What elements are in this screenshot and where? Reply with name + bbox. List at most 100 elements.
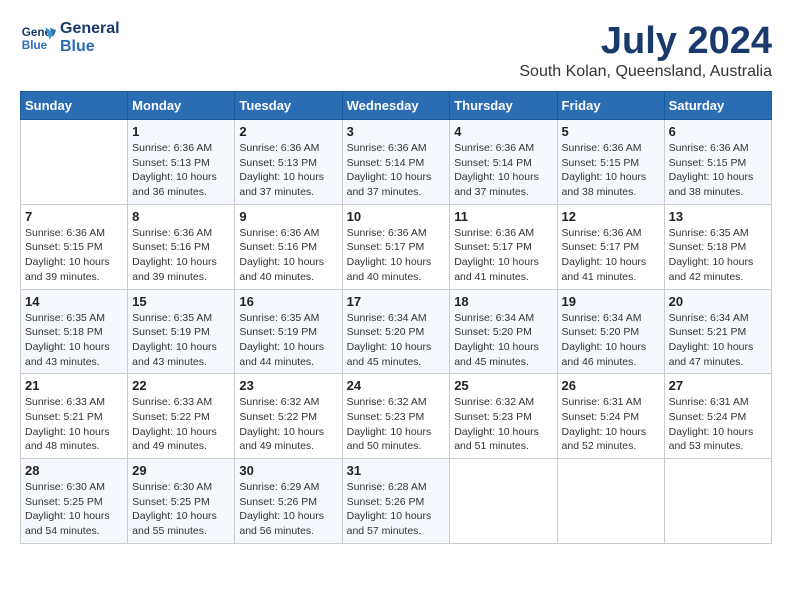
sunrise: Sunrise: 6:34 AM: [454, 312, 534, 324]
sunrise: Sunrise: 6:36 AM: [562, 227, 642, 239]
day-info: Sunrise: 6:34 AM Sunset: 5:21 PM Dayligh…: [669, 311, 767, 370]
logo-icon: General Blue: [20, 20, 56, 56]
sunset: Sunset: 5:26 PM: [347, 496, 425, 508]
sunset: Sunset: 5:21 PM: [669, 326, 747, 338]
daylight: Daylight: 10 hours and 36 minutes.: [132, 171, 217, 198]
calendar-table: SundayMondayTuesdayWednesdayThursdayFrid…: [20, 91, 772, 544]
day-info: Sunrise: 6:36 AM Sunset: 5:16 PM Dayligh…: [132, 226, 230, 285]
day-info: Sunrise: 6:33 AM Sunset: 5:22 PM Dayligh…: [132, 395, 230, 454]
sunrise: Sunrise: 6:32 AM: [454, 396, 534, 408]
daylight: Daylight: 10 hours and 38 minutes.: [562, 171, 647, 198]
calendar-cell: 23 Sunrise: 6:32 AM Sunset: 5:22 PM Dayl…: [235, 374, 342, 459]
daylight: Daylight: 10 hours and 48 minutes.: [25, 426, 110, 453]
calendar-cell: 10 Sunrise: 6:36 AM Sunset: 5:17 PM Dayl…: [342, 204, 450, 289]
day-info: Sunrise: 6:34 AM Sunset: 5:20 PM Dayligh…: [454, 311, 552, 370]
sunrise: Sunrise: 6:36 AM: [132, 227, 212, 239]
day-number: 16: [239, 294, 337, 309]
calendar-cell: 7 Sunrise: 6:36 AM Sunset: 5:15 PM Dayli…: [21, 204, 128, 289]
sunrise: Sunrise: 6:32 AM: [347, 396, 427, 408]
calendar-cell: 11 Sunrise: 6:36 AM Sunset: 5:17 PM Dayl…: [450, 204, 557, 289]
sunrise: Sunrise: 6:36 AM: [562, 142, 642, 154]
day-number: 23: [239, 378, 337, 393]
day-info: Sunrise: 6:35 AM Sunset: 5:18 PM Dayligh…: [669, 226, 767, 285]
sunset: Sunset: 5:16 PM: [239, 241, 317, 253]
calendar-cell: 28 Sunrise: 6:30 AM Sunset: 5:25 PM Dayl…: [21, 459, 128, 544]
logo-blue: Blue: [60, 38, 120, 56]
daylight: Daylight: 10 hours and 57 minutes.: [347, 510, 432, 537]
sunset: Sunset: 5:14 PM: [347, 157, 425, 169]
calendar-cell: 8 Sunrise: 6:36 AM Sunset: 5:16 PM Dayli…: [128, 204, 235, 289]
day-number: 12: [562, 209, 660, 224]
sunset: Sunset: 5:26 PM: [239, 496, 317, 508]
sunset: Sunset: 5:16 PM: [132, 241, 210, 253]
calendar-cell: 31 Sunrise: 6:28 AM Sunset: 5:26 PM Dayl…: [342, 459, 450, 544]
calendar-cell: 2 Sunrise: 6:36 AM Sunset: 5:13 PM Dayli…: [235, 120, 342, 205]
day-info: Sunrise: 6:36 AM Sunset: 5:17 PM Dayligh…: [347, 226, 446, 285]
sunrise: Sunrise: 6:36 AM: [454, 142, 534, 154]
sunset: Sunset: 5:25 PM: [132, 496, 210, 508]
weekday-header-saturday: Saturday: [664, 92, 771, 120]
sunrise: Sunrise: 6:34 AM: [669, 312, 749, 324]
calendar-cell: 15 Sunrise: 6:35 AM Sunset: 5:19 PM Dayl…: [128, 289, 235, 374]
calendar-cell: 13 Sunrise: 6:35 AM Sunset: 5:18 PM Dayl…: [664, 204, 771, 289]
day-number: 20: [669, 294, 767, 309]
daylight: Daylight: 10 hours and 44 minutes.: [239, 341, 324, 368]
sunrise: Sunrise: 6:36 AM: [239, 227, 319, 239]
sunrise: Sunrise: 6:35 AM: [669, 227, 749, 239]
calendar-cell: [21, 120, 128, 205]
calendar-cell: 30 Sunrise: 6:29 AM Sunset: 5:26 PM Dayl…: [235, 459, 342, 544]
sunrise: Sunrise: 6:36 AM: [669, 142, 749, 154]
day-info: Sunrise: 6:36 AM Sunset: 5:14 PM Dayligh…: [347, 141, 446, 200]
daylight: Daylight: 10 hours and 51 minutes.: [454, 426, 539, 453]
calendar-cell: 14 Sunrise: 6:35 AM Sunset: 5:18 PM Dayl…: [21, 289, 128, 374]
day-info: Sunrise: 6:36 AM Sunset: 5:13 PM Dayligh…: [239, 141, 337, 200]
daylight: Daylight: 10 hours and 45 minutes.: [454, 341, 539, 368]
logo: General Blue General Blue: [20, 20, 120, 56]
day-number: 29: [132, 463, 230, 478]
page-header: General Blue General Blue July 2024 Sout…: [20, 20, 772, 81]
sunset: Sunset: 5:20 PM: [454, 326, 532, 338]
sunset: Sunset: 5:24 PM: [669, 411, 747, 423]
sunset: Sunset: 5:22 PM: [132, 411, 210, 423]
sunrise: Sunrise: 6:36 AM: [132, 142, 212, 154]
sunset: Sunset: 5:19 PM: [132, 326, 210, 338]
day-number: 18: [454, 294, 552, 309]
sunset: Sunset: 5:23 PM: [347, 411, 425, 423]
day-info: Sunrise: 6:35 AM Sunset: 5:19 PM Dayligh…: [132, 311, 230, 370]
calendar-cell: 1 Sunrise: 6:36 AM Sunset: 5:13 PM Dayli…: [128, 120, 235, 205]
sunset: Sunset: 5:15 PM: [25, 241, 103, 253]
day-number: 6: [669, 124, 767, 139]
calendar-cell: 3 Sunrise: 6:36 AM Sunset: 5:14 PM Dayli…: [342, 120, 450, 205]
calendar-cell: 27 Sunrise: 6:31 AM Sunset: 5:24 PM Dayl…: [664, 374, 771, 459]
daylight: Daylight: 10 hours and 37 minutes.: [347, 171, 432, 198]
calendar-cell: 19 Sunrise: 6:34 AM Sunset: 5:20 PM Dayl…: [557, 289, 664, 374]
sunrise: Sunrise: 6:35 AM: [25, 312, 105, 324]
weekday-header-tuesday: Tuesday: [235, 92, 342, 120]
logo-general: General: [60, 20, 120, 38]
day-info: Sunrise: 6:32 AM Sunset: 5:23 PM Dayligh…: [347, 395, 446, 454]
weekday-header-friday: Friday: [557, 92, 664, 120]
day-info: Sunrise: 6:36 AM Sunset: 5:14 PM Dayligh…: [454, 141, 552, 200]
calendar-cell: 26 Sunrise: 6:31 AM Sunset: 5:24 PM Dayl…: [557, 374, 664, 459]
calendar-cell: 6 Sunrise: 6:36 AM Sunset: 5:15 PM Dayli…: [664, 120, 771, 205]
daylight: Daylight: 10 hours and 55 minutes.: [132, 510, 217, 537]
location-title: South Kolan, Queensland, Australia: [519, 63, 772, 81]
day-number: 22: [132, 378, 230, 393]
sunrise: Sunrise: 6:31 AM: [669, 396, 749, 408]
day-number: 11: [454, 209, 552, 224]
sunrise: Sunrise: 6:30 AM: [25, 481, 105, 493]
day-info: Sunrise: 6:36 AM Sunset: 5:15 PM Dayligh…: [25, 226, 123, 285]
calendar-cell: 20 Sunrise: 6:34 AM Sunset: 5:21 PM Dayl…: [664, 289, 771, 374]
day-number: 28: [25, 463, 123, 478]
sunset: Sunset: 5:18 PM: [669, 241, 747, 253]
day-number: 31: [347, 463, 446, 478]
daylight: Daylight: 10 hours and 47 minutes.: [669, 341, 754, 368]
sunset: Sunset: 5:21 PM: [25, 411, 103, 423]
day-number: 3: [347, 124, 446, 139]
daylight: Daylight: 10 hours and 37 minutes.: [239, 171, 324, 198]
sunrise: Sunrise: 6:33 AM: [25, 396, 105, 408]
sunset: Sunset: 5:25 PM: [25, 496, 103, 508]
day-info: Sunrise: 6:29 AM Sunset: 5:26 PM Dayligh…: [239, 480, 337, 539]
daylight: Daylight: 10 hours and 49 minutes.: [239, 426, 324, 453]
calendar-cell: 25 Sunrise: 6:32 AM Sunset: 5:23 PM Dayl…: [450, 374, 557, 459]
